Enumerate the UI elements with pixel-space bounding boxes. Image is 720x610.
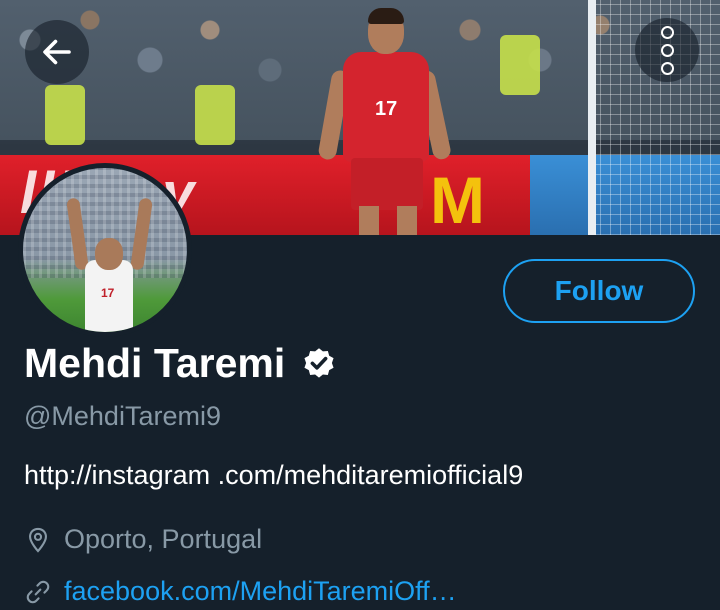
profile-bio[interactable]: http://instagram .com/mehditaremiofficia…: [24, 460, 523, 491]
location-pin-icon: [29, 527, 47, 553]
banner-steward: [195, 85, 235, 145]
arrow-left-icon: [43, 39, 71, 65]
player-shorts: [351, 158, 423, 210]
more-vertical-icon: [660, 25, 674, 75]
website-link[interactable]: facebook.com/MehdiTaremiOff…: [64, 576, 457, 607]
avatar-shirt-number: 17: [101, 286, 115, 300]
banner-steward: [500, 35, 540, 95]
profile-name: Mehdi Taremi: [24, 340, 286, 386]
player-number: 17: [375, 98, 398, 120]
player-leg: [359, 206, 379, 235]
banner-goal-post: [588, 0, 596, 235]
more-options-button[interactable]: [635, 18, 699, 82]
verified-badge-icon: [304, 347, 334, 378]
follow-button[interactable]: Follow: [503, 259, 695, 323]
player-leg: [397, 206, 417, 235]
avatar[interactable]: 17: [18, 163, 192, 337]
back-button[interactable]: [25, 20, 89, 84]
link-icon: [26, 580, 50, 603]
profile-website[interactable]: facebook.com/MehdiTaremiOff…: [24, 576, 457, 607]
profile-location: Oporto, Portugal: [24, 524, 262, 555]
profile-name-row: Mehdi Taremi: [24, 340, 337, 387]
player-hair: [368, 8, 404, 24]
avatar-head: [95, 238, 123, 270]
banner-player: 17: [317, 8, 453, 235]
location-text: Oporto, Portugal: [64, 524, 263, 554]
profile-handle: @MehdiTaremi9: [24, 401, 221, 431]
banner-steward: [45, 85, 85, 145]
